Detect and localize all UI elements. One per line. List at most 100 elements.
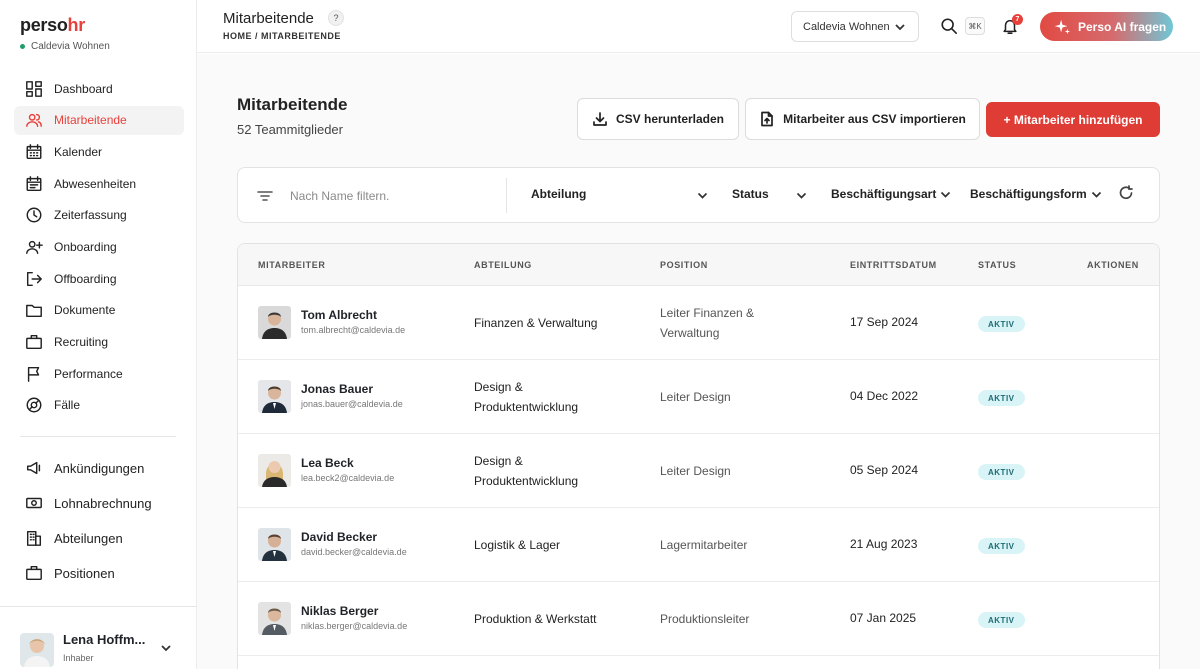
sparkle-icon: [1054, 19, 1071, 35]
sidebar-item-zeiterfassung[interactable]: Zeiterfassung: [14, 201, 184, 230]
status-badge: AKTIV: [978, 464, 1025, 480]
csv-download-button[interactable]: CSV herunterladen: [577, 98, 739, 140]
status-badge: AKTIV: [978, 316, 1025, 332]
employee-table: MITARBEITER ABTEILUNG POSITION EINTRITTS…: [237, 243, 1160, 669]
user-profile[interactable]: Lena Hoffm... Inhaber: [20, 632, 145, 667]
profile-role: Inhaber: [63, 653, 94, 663]
employment-type-filter[interactable]: Beschäftigungsart: [831, 187, 951, 201]
company-select-value: Caldevia Wohnen: [803, 20, 890, 33]
add-employee-button[interactable]: + Mitarbeiter hinzufügen: [986, 102, 1160, 137]
sidebar-item-label: Fälle: [54, 398, 81, 413]
employee-department: Design & Produktentwicklung: [474, 377, 624, 417]
building-icon: [24, 528, 44, 548]
sidebar-item-mitarbeitende[interactable]: Mitarbeitende: [14, 105, 184, 135]
column-header-department[interactable]: ABTEILUNG: [474, 260, 532, 270]
section-title: Mitarbeitende: [237, 95, 348, 114]
notification-badge: 7: [1012, 14, 1023, 25]
filter-icon[interactable]: [256, 187, 274, 205]
csv-import-label: Mitarbeiter aus CSV importieren: [783, 112, 966, 126]
employee-start-date: 04 Dec 2022: [850, 389, 919, 403]
column-header-status[interactable]: STATUS: [978, 260, 1016, 270]
sidebar-item-abteilungen[interactable]: Abteilungen: [14, 523, 184, 553]
position-line: Produktionsleiter: [660, 612, 750, 626]
sidebar-item-dashboard[interactable]: Dashboard: [14, 74, 184, 103]
department-filter[interactable]: Abteilung: [531, 187, 586, 201]
status-badge: AKTIV: [978, 538, 1025, 554]
sidebar-item-label: Mitarbeitende: [54, 113, 127, 128]
filter-divider: [506, 178, 507, 213]
employment-form-label: Beschäftigungsform: [970, 187, 1087, 201]
sidebar-item-kalender[interactable]: Kalender: [14, 137, 184, 166]
status-filter[interactable]: Status: [732, 187, 769, 201]
department-line: Design &: [474, 380, 523, 394]
sidebar-item-lohnabrechnung[interactable]: Lohnabrechnung: [14, 488, 184, 518]
sidebar-item-performance[interactable]: Performance: [14, 359, 184, 388]
sidebar-item-positionen[interactable]: Positionen: [14, 558, 184, 588]
column-header-start-date[interactable]: EINTRITTSDATUM: [850, 260, 937, 270]
money-icon: [24, 493, 44, 513]
employee-name[interactable]: David Becker: [301, 530, 377, 544]
sidebar: persohr Caldevia Wohnen Dashboard Mitarb…: [0, 0, 197, 669]
main-nav: Dashboard Mitarbeitende Kalender Abwesen…: [14, 74, 184, 423]
sidebar-item-label: Performance: [54, 366, 123, 381]
avatar: [258, 602, 291, 635]
chevron-down-icon[interactable]: [697, 190, 708, 201]
employee-name[interactable]: Jonas Bauer: [301, 382, 373, 396]
chevron-down-icon[interactable]: [158, 640, 174, 656]
ai-assistant-button[interactable]: Perso AI fragen: [1040, 12, 1173, 41]
csv-import-button[interactable]: Mitarbeiter aus CSV importieren: [745, 98, 980, 140]
refresh-icon[interactable]: [1118, 185, 1134, 201]
brand-logo[interactable]: persohr: [20, 15, 85, 36]
profile-name: Lena Hoffm...: [63, 632, 146, 647]
position-line: Leiter Design: [660, 390, 731, 404]
employee-name[interactable]: Lea Beck: [301, 456, 354, 470]
sidebar-item-label: Lohnabrechnung: [54, 495, 152, 511]
status-badge: AKTIV: [978, 390, 1025, 406]
column-header-actions: AKTIONEN: [1087, 260, 1139, 270]
sidebar-item-ankuendigungen[interactable]: Ankündigungen: [14, 453, 184, 483]
absence-icon: [24, 174, 44, 194]
breadcrumb: HOME / MITARBEITENDE: [223, 31, 341, 41]
table-row[interactable]: Niklas Berger niklas.berger@caldevia.de …: [238, 582, 1159, 656]
sidebar-item-label: Abteilungen: [54, 530, 123, 546]
column-header-employee[interactable]: MITARBEITER: [258, 260, 325, 270]
status-dot: [20, 44, 25, 49]
sidebar-scroll-overflow: [14, 596, 184, 606]
chevron-down-icon: [1091, 191, 1101, 198]
sidebar-item-onboarding[interactable]: Onboarding: [14, 232, 184, 261]
flag-icon: [24, 364, 44, 384]
sidebar-item-dokumente[interactable]: Dokumente: [14, 296, 184, 325]
sidebar-item-label: Ankündigungen: [54, 460, 145, 476]
sidebar-item-label: Zeiterfassung: [54, 208, 127, 223]
shortcut-hint: ⌘K: [965, 17, 985, 35]
megaphone-icon: [24, 458, 44, 478]
position-line: Lagermitarbeiter: [660, 538, 748, 552]
csv-download-label: CSV herunterladen: [615, 112, 725, 126]
sidebar-item-abwesenheiten[interactable]: Abwesenheiten: [14, 169, 184, 198]
table-row[interactable]: Tom Albrecht tom.albrecht@caldevia.de Fi…: [238, 286, 1159, 360]
sidebar-divider: [20, 436, 176, 437]
table-row[interactable]: Lea Beck lea.beck2@caldevia.de Design & P…: [238, 434, 1159, 508]
company-indicator: Caldevia Wohnen: [20, 41, 110, 52]
help-icon[interactable]: ?: [328, 10, 344, 26]
ai-button-label: Perso AI fragen: [1078, 19, 1167, 34]
employee-name[interactable]: Tom Albrecht: [301, 308, 377, 322]
column-header-position[interactable]: POSITION: [660, 260, 708, 270]
chevron-down-icon[interactable]: [796, 190, 807, 201]
sidebar-item-offboarding[interactable]: Offboarding: [14, 264, 184, 293]
name-filter-input[interactable]: [290, 184, 490, 208]
company-select[interactable]: Caldevia Wohnen: [791, 11, 919, 42]
employee-department: Produktion & Werkstatt: [474, 609, 624, 629]
sidebar-item-faelle[interactable]: Fälle: [14, 391, 184, 420]
sidebar-item-recruiting[interactable]: Recruiting: [14, 328, 184, 357]
employment-form-filter[interactable]: Beschäftigungsform: [970, 187, 1102, 201]
dashboard-icon: [24, 79, 44, 99]
employee-position: Leiter Design: [660, 461, 790, 481]
sidebar-item-label: Kalender: [54, 144, 103, 159]
department-line: Produktion & Werkstatt: [474, 612, 597, 626]
table-row[interactable]: David Becker david.becker@caldevia.de Lo…: [238, 508, 1159, 582]
chevron-down-icon: [895, 24, 905, 31]
search-icon[interactable]: [940, 17, 958, 35]
table-row[interactable]: Jonas Bauer jonas.bauer@caldevia.de Desi…: [238, 360, 1159, 434]
employee-name[interactable]: Niklas Berger: [301, 604, 378, 618]
